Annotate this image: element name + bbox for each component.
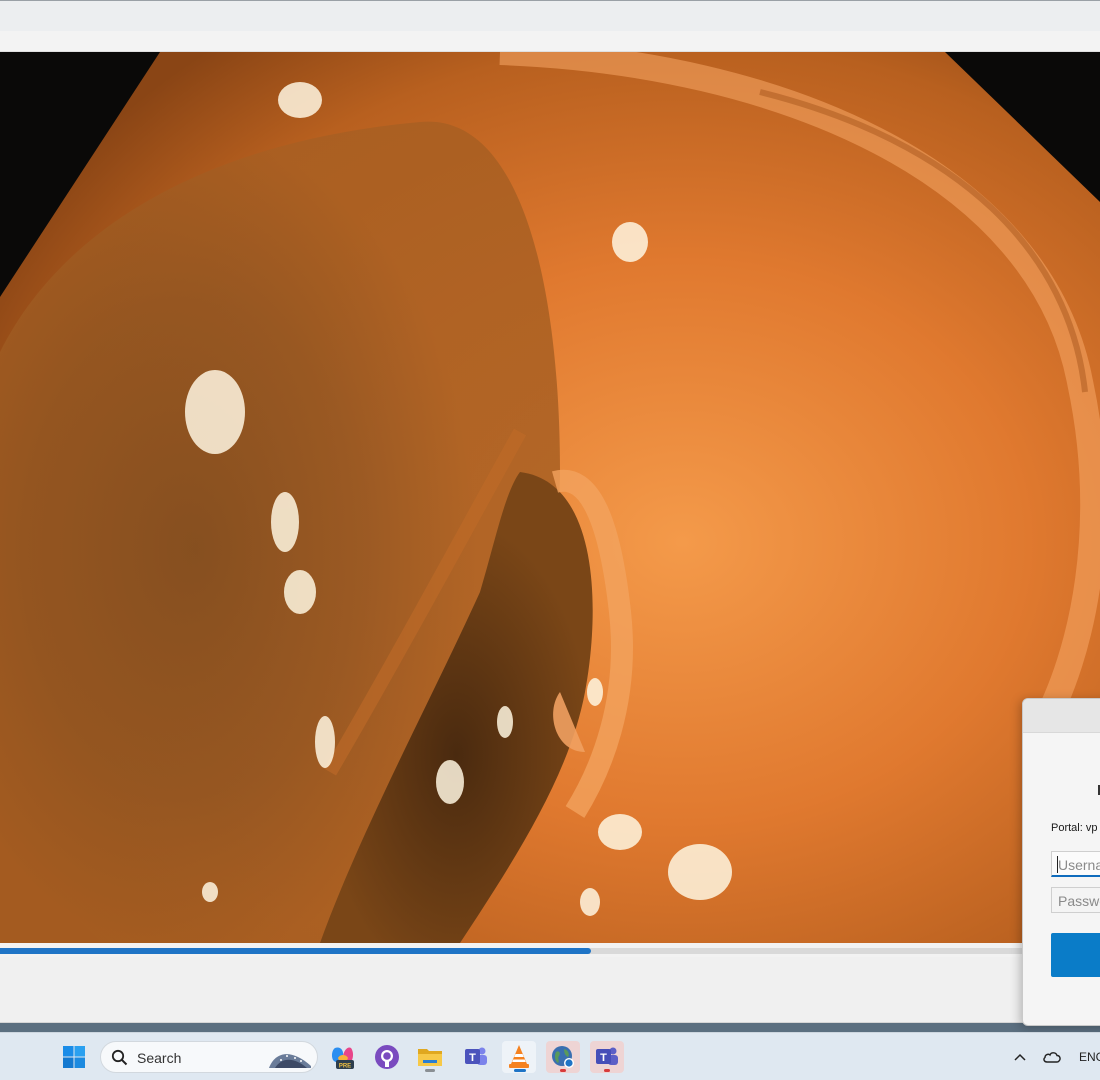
- username-placeholder: Userna: [1058, 857, 1100, 873]
- taskbar-search[interactable]: Search: [100, 1041, 318, 1073]
- endoscopy-image: [0, 52, 1100, 943]
- window-edge: [0, 1023, 1100, 1032]
- teams-icon: T: [596, 1047, 618, 1065]
- dialog-header[interactable]: [1023, 699, 1100, 733]
- start-button[interactable]: [57, 1041, 91, 1073]
- teams-classic-icon: T: [465, 1047, 487, 1065]
- attention-indicator: [604, 1069, 610, 1072]
- running-indicator: [425, 1069, 435, 1072]
- language-indicator[interactable]: ENG: [1079, 1050, 1100, 1064]
- show-hidden-icons-button[interactable]: [1010, 1041, 1030, 1073]
- file-explorer-icon: [418, 1049, 442, 1066]
- search-placeholder: Search: [137, 1050, 182, 1066]
- globe-vpn-icon: [552, 1046, 574, 1068]
- taskbar-file-explorer[interactable]: [413, 1041, 447, 1073]
- window-title-bar[interactable]: [0, 0, 1100, 31]
- active-indicator: [514, 1069, 526, 1072]
- password-placeholder: Passwo: [1058, 893, 1100, 909]
- seek-bar[interactable]: [0, 943, 1100, 957]
- taskbar-github[interactable]: [370, 1041, 404, 1073]
- seek-progress: [0, 948, 591, 954]
- taskbar-vpn[interactable]: [546, 1041, 580, 1073]
- taskbar-teams-classic[interactable]: T: [459, 1041, 493, 1073]
- svg-text:PRE: PRE: [339, 1064, 351, 1070]
- taskbar-teams[interactable]: T: [590, 1041, 624, 1073]
- start-icon: [63, 1046, 85, 1068]
- taskbar-copilot[interactable]: PRE: [326, 1041, 360, 1073]
- svg-text:T: T: [469, 1052, 476, 1064]
- github-icon: [375, 1045, 399, 1069]
- vlc-icon: [509, 1045, 529, 1068]
- username-field[interactable]: Userna: [1051, 851, 1100, 877]
- window-toolbar: [0, 31, 1100, 52]
- search-highlight-icon: [269, 1054, 311, 1068]
- portal-label: Portal: vp: [1051, 822, 1098, 834]
- vpn-login-dialog: Portal: vp Userna Passwo: [1022, 698, 1100, 1026]
- player-controls: [0, 957, 1100, 1023]
- video-frame[interactable]: [0, 52, 1100, 943]
- copilot-pre-icon: PRE: [331, 1047, 354, 1070]
- password-field[interactable]: Passwo: [1051, 887, 1100, 913]
- taskbar-vlc[interactable]: [502, 1041, 536, 1073]
- chevron-up-icon: [1014, 1053, 1026, 1061]
- text-caret: [1057, 856, 1058, 873]
- connect-button[interactable]: [1051, 933, 1100, 977]
- onedrive-button[interactable]: [1040, 1041, 1064, 1073]
- taskbar: Search PRE T T EN: [0, 1032, 1100, 1080]
- svg-text:T: T: [600, 1052, 607, 1064]
- cloud-icon: [1043, 1052, 1061, 1063]
- attention-indicator: [560, 1069, 566, 1072]
- search-icon: [111, 1049, 128, 1066]
